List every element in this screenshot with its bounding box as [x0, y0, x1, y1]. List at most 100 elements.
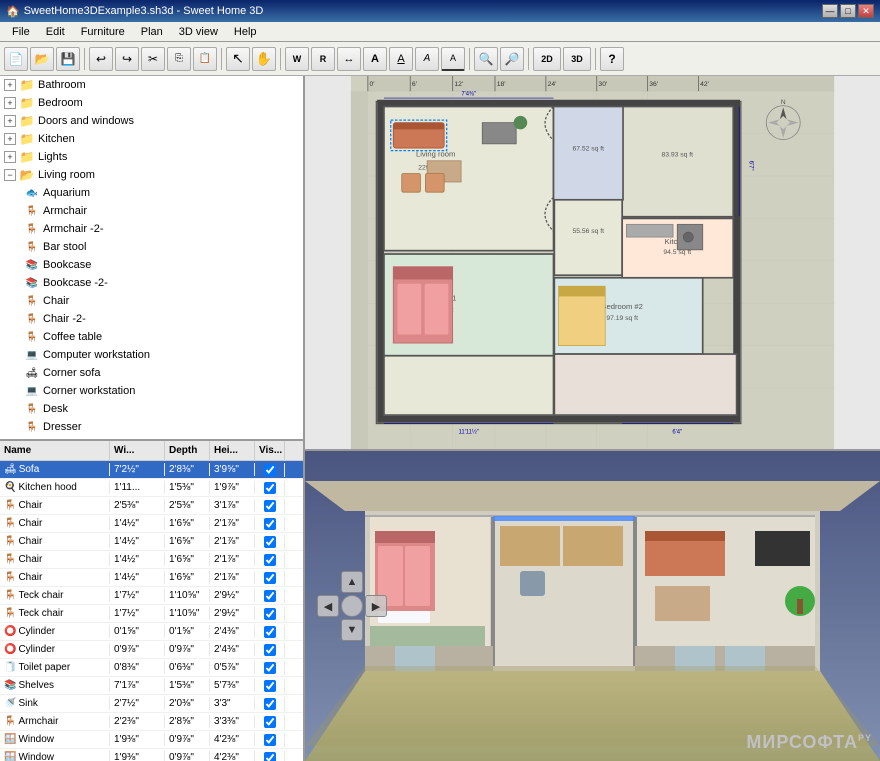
list-cell-visibility[interactable]	[255, 715, 285, 729]
list-cell-visibility[interactable]	[255, 697, 285, 711]
3d-view[interactable]: ▲ ◀ ▶ ▼ МИРСОФТАPY	[305, 451, 880, 761]
tree-scroll-area[interactable]: + 📁 Bathroom + 📁 Bedroom + 📁 Doors and w…	[0, 76, 303, 439]
tree-category-doors[interactable]: + 📁 Doors and windows	[0, 112, 303, 130]
list-cell-visibility[interactable]	[255, 571, 285, 585]
zoom-out-button[interactable]: 🔎	[500, 47, 524, 71]
dimension-button[interactable]: ↔	[337, 47, 361, 71]
list-row[interactable]: 🪑Teck chair1'7½"1'10⅝"2'9½"	[0, 587, 303, 605]
expand-kitchen-icon[interactable]: +	[4, 133, 16, 145]
tree-item-cornersofa[interactable]: 🛋 Corner sofa	[0, 364, 303, 382]
expand-bedroom-icon[interactable]: +	[4, 97, 16, 109]
visibility-checkbox[interactable]	[264, 464, 276, 476]
tree-item-bookcase2[interactable]: 📚 Bookcase -2-	[0, 274, 303, 292]
list-row[interactable]: 🧻Toilet paper0'8⅜"0'6⅜"0'5⅞"	[0, 659, 303, 677]
tree-category-kitchen[interactable]: + 📁 Kitchen	[0, 130, 303, 148]
list-row[interactable]: 🪑Chair1'4½"1'6⅝"2'1⅞"	[0, 515, 303, 533]
list-cell-visibility[interactable]	[255, 481, 285, 495]
help-button[interactable]: ?	[600, 47, 624, 71]
maximize-button[interactable]: □	[840, 4, 856, 18]
list-row[interactable]: ⭕Cylinder0'9⅞"0'9⅞"2'4⅜"	[0, 641, 303, 659]
tree-item-coffeetable[interactable]: 🪑 Coffee table	[0, 328, 303, 346]
nav-left-button[interactable]: ◀	[317, 595, 339, 617]
tree-item-dresser[interactable]: 🪑 Dresser	[0, 418, 303, 436]
zoom-in-button[interactable]: 🔍	[474, 47, 498, 71]
tree-item-bookcase[interactable]: 📚 Bookcase	[0, 256, 303, 274]
tree-category-living[interactable]: − 📂 Living room	[0, 166, 303, 184]
visibility-checkbox[interactable]	[264, 536, 276, 548]
tree-item-chair[interactable]: 🪑 Chair	[0, 292, 303, 310]
undo-button[interactable]: ↩	[89, 47, 113, 71]
wall-button[interactable]: W	[285, 47, 309, 71]
visibility-checkbox[interactable]	[264, 734, 276, 746]
2d-button[interactable]: 2D	[533, 47, 561, 71]
open-button[interactable]: 📂	[30, 47, 54, 71]
text-a-button[interactable]: A	[389, 47, 413, 71]
nav-up-button[interactable]: ▲	[341, 571, 363, 593]
list-cell-visibility[interactable]	[255, 751, 285, 761]
expand-doors-icon[interactable]: +	[4, 115, 16, 127]
expand-bathroom-icon[interactable]: +	[4, 79, 16, 91]
minimize-button[interactable]: —	[822, 4, 838, 18]
tree-item-armchair[interactable]: 🪑 Armchair	[0, 202, 303, 220]
menu-plan[interactable]: Plan	[133, 24, 171, 40]
list-row[interactable]: 🪟Window1'9⅜"0'9⅞"4'2⅜"	[0, 749, 303, 761]
menu-help[interactable]: Help	[226, 24, 265, 40]
visibility-checkbox[interactable]	[264, 716, 276, 728]
pan-button[interactable]: ✋	[252, 47, 276, 71]
expand-living-icon[interactable]: −	[4, 169, 16, 181]
furniture-tree[interactable]: + 📁 Bathroom + 📁 Bedroom + 📁 Doors and w…	[0, 76, 303, 441]
tree-item-aquarium[interactable]: 🐟 Aquarium	[0, 184, 303, 202]
tree-item-computerws[interactable]: 💻 Computer workstation	[0, 346, 303, 364]
paste-button[interactable]: 📋	[193, 47, 217, 71]
redo-button[interactable]: ↪	[115, 47, 139, 71]
nav-right-button[interactable]: ▶	[365, 595, 387, 617]
menu-edit[interactable]: Edit	[38, 24, 73, 40]
list-cell-visibility[interactable]	[255, 499, 285, 513]
list-cell-visibility[interactable]	[255, 589, 285, 603]
menu-file[interactable]: File	[4, 24, 38, 40]
select-button[interactable]: ↖	[226, 47, 250, 71]
list-body[interactable]: 🛋Sofa7'2½"2'8⅜"3'9⅝"🍳Kitchen hood1'11...…	[0, 461, 303, 761]
tree-item-desk[interactable]: 🪑 Desk	[0, 400, 303, 418]
list-cell-visibility[interactable]	[255, 553, 285, 567]
visibility-checkbox[interactable]	[264, 554, 276, 566]
list-cell-visibility[interactable]	[255, 661, 285, 675]
floor-plan[interactable]: 0' 6' 12' 18' 24' 30' 36' 42'	[305, 76, 880, 451]
list-cell-visibility[interactable]	[255, 733, 285, 747]
list-cell-visibility[interactable]	[255, 643, 285, 657]
new-button[interactable]: 📄	[4, 47, 28, 71]
save-button[interactable]: 💾	[56, 47, 80, 71]
text-a3-button[interactable]: A	[441, 47, 465, 71]
list-row[interactable]: 🪑Chair1'4½"1'6⅝"2'1⅞"	[0, 551, 303, 569]
list-row[interactable]: ⭕Cylinder0'1⅝"0'1⅝"2'4⅜"	[0, 623, 303, 641]
tree-item-armchair2[interactable]: 🪑 Armchair -2-	[0, 220, 303, 238]
list-row[interactable]: 🪑Chair2'5⅜"2'5⅜"3'1⅞"	[0, 497, 303, 515]
visibility-checkbox[interactable]	[264, 626, 276, 638]
list-row[interactable]: 🪑Armchair2'2⅜"2'8⅝"3'3⅜"	[0, 713, 303, 731]
3d-button[interactable]: 3D	[563, 47, 591, 71]
visibility-checkbox[interactable]	[264, 644, 276, 656]
visibility-checkbox[interactable]	[264, 752, 276, 761]
tree-item-barstool[interactable]: 🪑 Bar stool	[0, 238, 303, 256]
list-row[interactable]: 🍳Kitchen hood1'11...1'5⅜"1'9⅞"	[0, 479, 303, 497]
nav-center-button[interactable]	[341, 595, 363, 617]
expand-lights-icon[interactable]: +	[4, 151, 16, 163]
text-a2-button[interactable]: A	[415, 47, 439, 71]
list-row[interactable]: 🪟Window1'9⅜"0'9⅞"4'2⅜"	[0, 731, 303, 749]
list-cell-visibility[interactable]	[255, 625, 285, 639]
menu-furniture[interactable]: Furniture	[73, 24, 133, 40]
tree-category-bathroom[interactable]: + 📁 Bathroom	[0, 76, 303, 94]
list-row[interactable]: 🛋Sofa7'2½"2'8⅜"3'9⅝"	[0, 461, 303, 479]
list-cell-visibility[interactable]	[255, 607, 285, 621]
visibility-checkbox[interactable]	[264, 698, 276, 710]
list-row[interactable]: 🪑Teck chair1'7½"1'10⅝"2'9½"	[0, 605, 303, 623]
copy-button[interactable]: ⎘	[167, 47, 191, 71]
menu-3dview[interactable]: 3D view	[171, 24, 226, 40]
list-cell-visibility[interactable]	[255, 517, 285, 531]
visibility-checkbox[interactable]	[264, 608, 276, 620]
list-cell-visibility[interactable]	[255, 463, 285, 477]
tree-category-lights[interactable]: + 📁 Lights	[0, 148, 303, 166]
visibility-checkbox[interactable]	[264, 572, 276, 584]
room-button[interactable]: R	[311, 47, 335, 71]
visibility-checkbox[interactable]	[264, 482, 276, 494]
